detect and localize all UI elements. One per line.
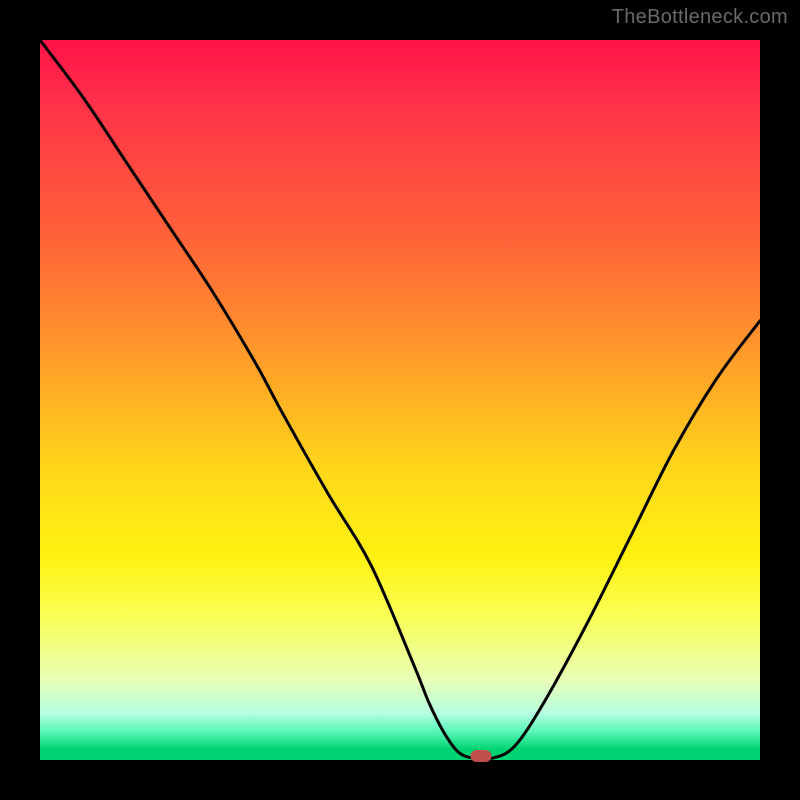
watermark-text: TheBottleneck.com — [612, 6, 788, 29]
bottleneck-curve — [40, 40, 760, 760]
plot-area — [40, 40, 760, 760]
optimum-marker — [470, 750, 491, 762]
